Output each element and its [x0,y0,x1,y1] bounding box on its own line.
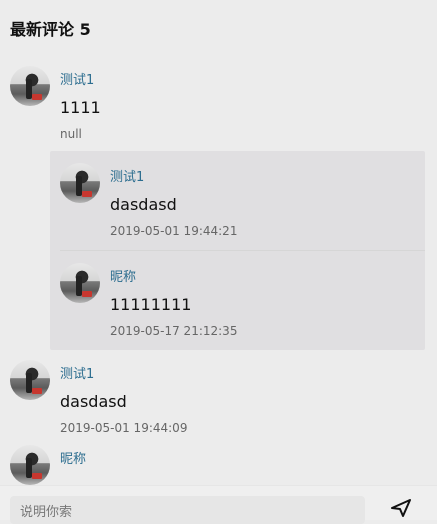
send-icon [391,499,411,517]
reply-content: dasdasd [110,195,177,214]
reply-time: 2019-05-01 19:44:21 [110,224,238,238]
comment-input-placeholder: 说明你索 [20,504,73,520]
avatar[interactable] [60,263,100,303]
reply-content: 11111111 [110,295,192,314]
comment-input-bar: 说明你索 [0,485,437,524]
avatar[interactable] [10,445,50,485]
reply-item: 昵称 11111111 2019-05-17 21:12:35 [60,251,425,350]
reply-time: 2019-05-17 21:12:35 [110,324,238,338]
comment-body: 测试1 dasdasd 2019-05-01 19:44:09 [60,360,427,435]
replier-name[interactable]: 测试1 [110,166,415,185]
send-button[interactable] [389,496,413,520]
comment-content: 1111 [60,98,101,117]
reply-item: 测试1 dasdasd 2019-05-01 19:44:21 [60,151,425,251]
commenter-name[interactable]: 昵称 [60,448,427,467]
comment-item: 测试1 1111 null [0,56,437,141]
avatar[interactable] [60,163,100,203]
comment-time: 2019-05-01 19:44:09 [60,421,188,435]
comment-item: 测试1 dasdasd 2019-05-01 19:44:09 [0,350,437,435]
reply-body: 昵称 11111111 2019-05-17 21:12:35 [110,263,415,338]
commenter-name[interactable]: 测试1 [60,69,427,88]
avatar[interactable] [10,66,50,106]
comment-body: 测试1 1111 null [60,66,427,141]
avatar[interactable] [10,360,50,400]
replier-name[interactable]: 昵称 [110,266,415,285]
comments-title: 最新评论 5 [10,20,91,39]
replies-container: 测试1 dasdasd 2019-05-01 19:44:21 昵称 11111… [50,151,425,350]
comment-content: dasdasd [60,392,127,411]
comments-header: 最新评论 5 [0,0,437,56]
commenter-name[interactable]: 测试1 [60,363,427,382]
comment-meta: null [60,127,82,141]
comment-item: 昵称 [0,435,437,485]
comment-body: 昵称 [60,445,427,485]
reply-body: 测试1 dasdasd 2019-05-01 19:44:21 [110,163,415,238]
